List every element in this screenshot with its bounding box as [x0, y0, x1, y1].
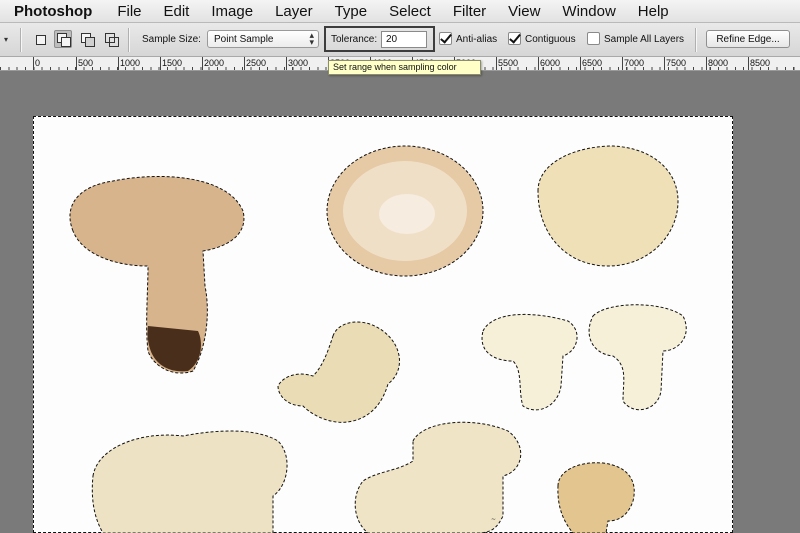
anti-alias-checkbox[interactable]	[439, 32, 452, 45]
sample-size-value: Point Sample	[214, 34, 274, 45]
sample-all-layers-checkbox[interactable]	[587, 32, 600, 45]
app-name-menu[interactable]: Photoshop	[0, 3, 106, 20]
subtract-from-selection-icon[interactable]	[78, 30, 96, 48]
contiguous-label: Contiguous	[525, 34, 576, 45]
selected-mushroom-7	[91, 430, 288, 533]
dropdown-chevron-icon: ▴ ▾	[309, 30, 314, 47]
selected-mushroom-3	[537, 145, 679, 267]
ruler-label: 8500	[750, 58, 771, 68]
ruler-label: 5500	[498, 58, 519, 68]
ruler-label: 8000	[708, 58, 729, 68]
ruler-label: 2500	[246, 58, 267, 68]
ruler-label: 3000	[288, 58, 309, 68]
artist-signature: ~	[491, 516, 496, 523]
menu-filter[interactable]: Filter	[442, 3, 497, 20]
selected-mushroom-5	[481, 313, 578, 411]
ruler-label: 1500	[162, 58, 183, 68]
refine-edge-button[interactable]: Refine Edge...	[706, 30, 790, 48]
options-divider	[695, 28, 697, 52]
selected-mushroom-6	[588, 304, 687, 411]
menu-view[interactable]: View	[497, 3, 551, 20]
intersect-selection-icon[interactable]	[102, 30, 120, 48]
sample-all-layers-label: Sample All Layers	[604, 34, 685, 45]
ruler-label: 6500	[582, 58, 603, 68]
menu-window[interactable]: Window	[551, 3, 626, 20]
add-to-selection-icon[interactable]	[54, 30, 72, 48]
options-divider	[128, 28, 130, 52]
sample-size-label: Sample Size:	[142, 34, 201, 45]
selected-mushroom-4	[277, 321, 400, 423]
ruler-label: 500	[78, 58, 94, 68]
sample-size-select[interactable]: Point Sample ▴ ▾	[207, 30, 319, 48]
tolerance-tooltip: Set range when sampling color	[328, 60, 481, 75]
tool-options-bar: ▾ Sample Size: Point Sample ▴ ▾ Tolerance…	[0, 23, 800, 57]
ruler-label: 0	[35, 58, 41, 68]
selected-mushroom-9	[557, 462, 635, 533]
menu-type[interactable]: Type	[324, 3, 379, 20]
menu-bar: Photoshop File Edit Image Layer Type Sel…	[0, 0, 800, 23]
new-selection-icon[interactable]	[31, 30, 49, 48]
tool-preset-chevron-icon[interactable]: ▾	[4, 35, 8, 44]
menu-help[interactable]: Help	[627, 3, 680, 20]
document-canvas[interactable]: ~	[33, 116, 733, 533]
options-divider	[20, 28, 22, 52]
tolerance-label: Tolerance:	[331, 34, 378, 45]
tolerance-input[interactable]: 20	[381, 31, 427, 48]
menu-layer[interactable]: Layer	[264, 3, 324, 20]
ruler-label: 6000	[540, 58, 561, 68]
menu-file[interactable]: File	[106, 3, 152, 20]
ruler-label: 7500	[666, 58, 687, 68]
anti-alias-label: Anti-alias	[456, 34, 498, 45]
ruler-label: 1000	[120, 58, 141, 68]
ruler-label: 7000	[624, 58, 645, 68]
mushroom-illustration: ~	[69, 145, 687, 533]
ruler-label: 2000	[204, 58, 225, 68]
menu-image[interactable]: Image	[200, 3, 264, 20]
contiguous-checkbox[interactable]	[508, 32, 521, 45]
menu-select[interactable]: Select	[378, 3, 442, 20]
menu-edit[interactable]: Edit	[153, 3, 201, 20]
